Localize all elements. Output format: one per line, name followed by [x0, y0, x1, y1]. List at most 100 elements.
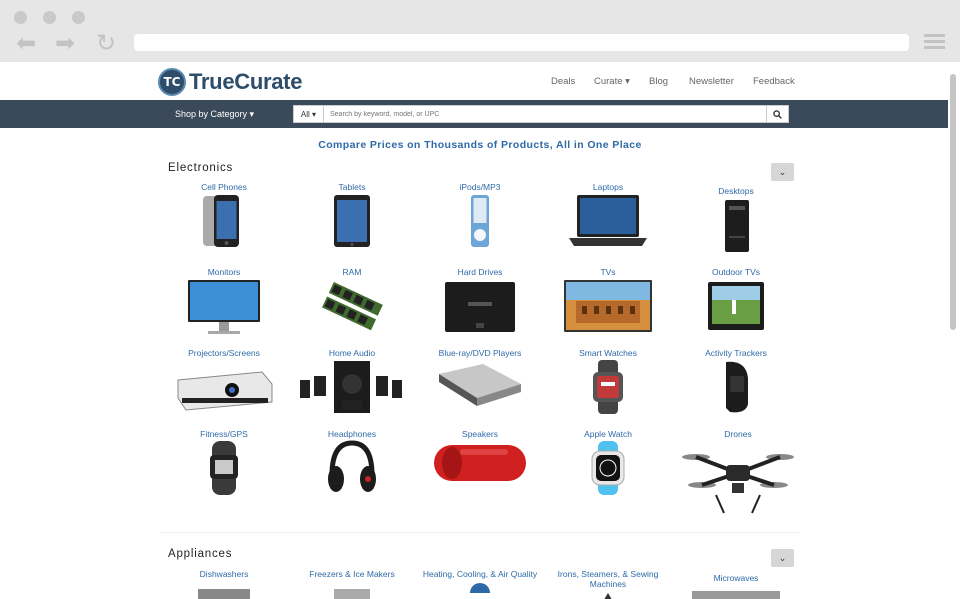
activity-tracker-image [726, 361, 748, 413]
category-smart-watches[interactable]: Smart Watches [548, 348, 668, 421]
category-label: Apple Watch [584, 429, 632, 439]
category-microwaves[interactable]: Microwaves [676, 573, 796, 599]
logo-text: TrueCurate [189, 69, 303, 94]
category-label: Blue-ray/DVD Players [438, 348, 522, 358]
browser-chrome: ⬅ ➡ ↻ [0, 0, 960, 62]
category-label: Microwaves [713, 573, 759, 583]
collapse-electronics-button[interactable]: ⌄ [771, 163, 794, 181]
category-label: Irons, Steamers, & Sewing Machines [557, 569, 659, 589]
collapse-appliances-button[interactable]: ⌄ [771, 549, 794, 567]
back-arrow-icon[interactable]: ⬅ [16, 31, 36, 55]
category-label: Heating, Cooling, & Air Quality [422, 569, 538, 579]
search-input[interactable] [324, 106, 766, 122]
hard-drives-image [445, 282, 515, 332]
reload-icon[interactable]: ↻ [96, 31, 116, 55]
chevron-down-icon: ⌄ [778, 552, 787, 563]
nav-feedback[interactable]: Feedback [753, 76, 795, 87]
desktops-image [725, 200, 749, 252]
forward-arrow-icon[interactable]: ➡ [55, 31, 75, 55]
category-home-audio[interactable]: Home Audio [292, 348, 412, 421]
window-maximize-dot[interactable] [72, 11, 85, 24]
category-speakers[interactable]: Speakers [420, 429, 540, 494]
ram-image [322, 281, 383, 331]
category-label: Hard Drives [457, 267, 503, 277]
window-minimize-dot[interactable] [43, 11, 56, 24]
outdoor-tvs-image [708, 282, 764, 330]
category-irons[interactable]: Irons, Steamers, & Sewing Machines [548, 569, 668, 599]
category-label: Monitors [207, 267, 241, 277]
fitness-gps-image [210, 441, 238, 495]
category-monitors[interactable]: Monitors [164, 267, 284, 342]
search-box: All ▾ [293, 105, 789, 123]
scrollbar-thumb[interactable] [950, 74, 956, 330]
category-label: Tablets [338, 182, 366, 192]
window-close-dot[interactable] [14, 11, 27, 24]
chevron-down-icon: ⌄ [778, 166, 787, 177]
category-label: Projectors/Screens [188, 348, 260, 358]
logo[interactable]: TC TrueCurate [158, 67, 302, 97]
section-divider [160, 532, 800, 533]
search-button[interactable] [766, 106, 788, 122]
category-headphones[interactable]: Headphones [292, 429, 412, 502]
category-hard-drives[interactable]: Hard Drives [420, 267, 540, 342]
heating-cooling-image [470, 583, 490, 599]
address-bar[interactable] [134, 34, 909, 51]
microwave-image [692, 591, 780, 599]
category-heating-cooling[interactable]: Heating, Cooling, & Air Quality [420, 569, 540, 599]
category-label: Activity Trackers [705, 348, 767, 358]
nav-newsletter[interactable]: Newsletter [689, 76, 734, 87]
category-apple-watch[interactable]: Apple Watch [548, 429, 668, 502]
category-label: Outdoor TVs [711, 267, 761, 277]
category-outdoor-tvs[interactable]: Outdoor TVs [676, 267, 796, 342]
category-ram[interactable]: RAM [292, 267, 412, 342]
headphones-image [328, 440, 376, 492]
category-projectors[interactable]: Projectors/Screens [164, 348, 284, 421]
category-bluray[interactable]: Blue-ray/DVD Players [420, 348, 540, 421]
category-activity-trackers[interactable]: Activity Trackers [676, 348, 796, 421]
logo-badge: TC [158, 68, 186, 96]
projectors-image [177, 371, 273, 411]
category-desktops[interactable]: Desktops [676, 186, 796, 259]
iron-image [604, 593, 612, 599]
apple-watch-image [591, 441, 625, 495]
category-label: TVs [600, 267, 616, 277]
nav-deals[interactable]: Deals [551, 76, 575, 87]
nav-curate[interactable]: Curate ▾ [594, 76, 630, 87]
category-label: Headphones [327, 429, 377, 439]
category-label: RAM [342, 267, 362, 277]
category-label: Laptops [592, 182, 624, 192]
category-dishwashers[interactable]: Dishwashers [164, 569, 284, 599]
category-drones[interactable]: Drones [676, 429, 800, 520]
tablets-image [334, 195, 370, 247]
ipods-image [471, 195, 489, 247]
category-tablets[interactable]: Tablets [292, 182, 412, 255]
dishwasher-image [198, 589, 250, 599]
category-label: Fitness/GPS [200, 429, 248, 439]
category-label: Smart Watches [579, 348, 637, 358]
category-label: iPods/MP3 [459, 182, 501, 192]
category-tvs[interactable]: TVs [548, 267, 668, 342]
smart-watch-image [593, 360, 623, 414]
monitors-image [188, 280, 260, 334]
drones-image [682, 454, 794, 514]
laptops-image [569, 195, 647, 246]
shop-by-category-button[interactable]: Shop by Category ▾ [175, 109, 254, 120]
category-freezers[interactable]: Freezers & Ice Makers [292, 569, 412, 599]
category-laptops[interactable]: Laptops [548, 182, 668, 255]
category-label: Freezers & Ice Makers [309, 569, 395, 579]
section-title-electronics: Electronics [168, 162, 234, 174]
tvs-image [564, 280, 652, 332]
category-label: Dishwashers [199, 569, 249, 579]
menu-icon[interactable] [924, 34, 945, 50]
category-cell-phones[interactable]: Cell Phones [164, 182, 284, 255]
category-fitness-gps[interactable]: Fitness/GPS [164, 429, 284, 502]
category-label: Drones [724, 429, 752, 439]
category-label: Cell Phones [201, 182, 247, 192]
search-scope-select[interactable]: All ▾ [294, 106, 324, 122]
category-label: Speakers [462, 429, 498, 439]
category-label: Desktops [718, 186, 754, 196]
nav-blog[interactable]: Blog [649, 76, 668, 87]
scrollbar[interactable] [948, 62, 960, 599]
freezer-image [334, 589, 370, 599]
category-ipods[interactable]: iPods/MP3 [420, 182, 540, 255]
